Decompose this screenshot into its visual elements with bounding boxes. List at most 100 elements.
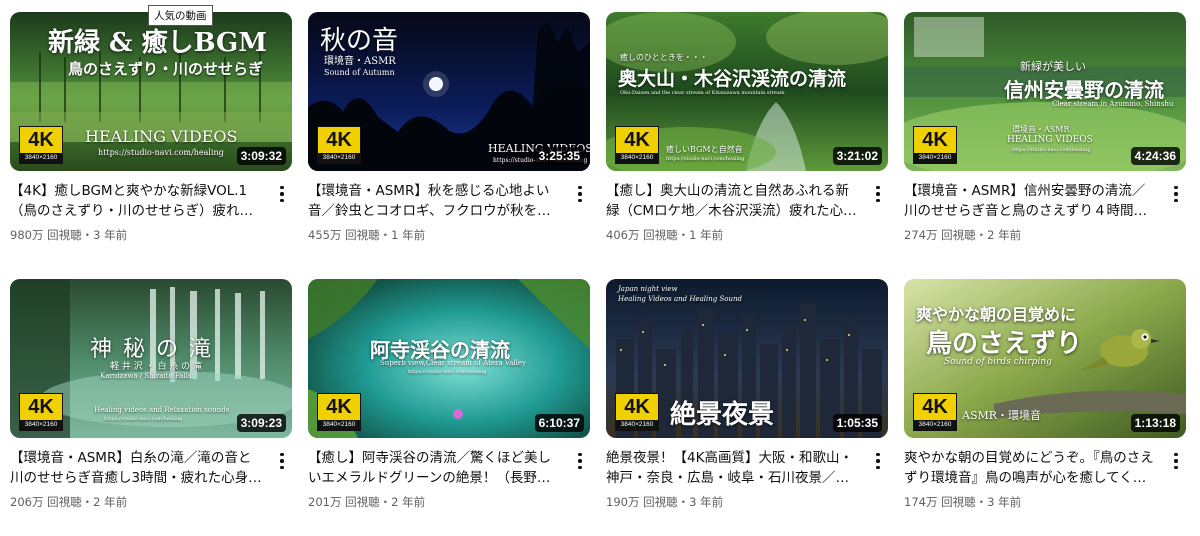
- video-card: 新緑が美しい 信州安曇野の清流 Clear stream in Azumino,…: [904, 12, 1186, 257]
- resolution-label: 3840×2160: [914, 153, 956, 163]
- duration-badge: 1:13:18: [1130, 414, 1180, 432]
- 4k-badge: 4K 3840×2160: [19, 126, 63, 164]
- video-meta: 【4K】癒しBGMと爽やかな新緑VOL.1（鳥のさえずり・川のせせらぎ）疲れた心…: [10, 171, 292, 243]
- thumbnail-subtitle: 環境音・ASMR: [324, 56, 396, 67]
- video-title[interactable]: 【癒し】奥大山の清流と自然あふれる新緑（CMロケ地／木谷沢渓流）疲れた心身の回復: [606, 181, 858, 221]
- thumbnail-title: 信州安曇野の清流: [1004, 78, 1164, 102]
- thumbnail-url: https://studio-navi.com/healing: [104, 416, 183, 422]
- thumbnail-url: https://studio-navi.com/healing: [98, 148, 224, 157]
- duration-badge: 3:25:35: [534, 147, 584, 165]
- thumbnail-english: Karuizawa / Shiraito Falls: [100, 372, 192, 380]
- thumbnail-tagline: 癒しのひとときを・・・: [620, 53, 708, 62]
- video-card: 新緑 & 癒しBGM 鳥のさえずり・川のせせらぎ HEALING VIDEOS …: [10, 12, 292, 257]
- 4k-label: 4K: [28, 396, 54, 418]
- thumbnail-tagline: 爽やかな朝の目覚めに: [916, 305, 1077, 324]
- more-options-icon[interactable]: [870, 183, 886, 205]
- thumbnail-english: Sound of birds chirping: [944, 357, 1052, 367]
- 4k-label: 4K: [922, 396, 948, 418]
- video-stats: 455万 回視聴・1 年前: [308, 228, 426, 242]
- video-title[interactable]: 爽やかな朝の目覚めにどうぞ。『鳥のさえずり環境音』鳥の鳴声が心を癒してくれます: [904, 448, 1156, 488]
- video-thumbnail[interactable]: 癒しのひとときを・・・ 奥大山・木谷沢渓流の清流 Oku-Daisen and …: [606, 12, 888, 171]
- 4k-label: 4K: [922, 129, 948, 151]
- more-options-icon[interactable]: [1168, 183, 1184, 205]
- 4k-badge: 4K 3840×2160: [913, 393, 957, 431]
- thumbnail-subtitle: Healing Videos and Healing Sound: [618, 295, 742, 303]
- duration-badge: 3:21:02: [832, 147, 882, 165]
- video-grid: 新緑 & 癒しBGM 鳥のさえずり・川のせせらぎ HEALING VIDEOS …: [10, 12, 1186, 524]
- thumbnail-english: Clear stream in Azumino, Shinshu: [1052, 100, 1174, 108]
- 4k-label: 4K: [326, 129, 352, 151]
- thumbnail-url: https://studio-navi.com/healing: [1012, 147, 1091, 153]
- video-stats: 406万 回視聴・1 年前: [606, 228, 724, 242]
- thumbnail-brand: HEALING VIDEOS: [85, 127, 238, 146]
- duration-badge: 3:09:32: [236, 147, 286, 165]
- video-card: 神 秘 の 滝 軽 井 沢 ・ 白 糸 の 滝 Karuizawa / Shir…: [10, 279, 292, 524]
- 4k-badge: 4K 3840×2160: [913, 126, 957, 164]
- video-title[interactable]: 【環境音・ASMR】信州安曇野の清流／川のせせらぎ音と鳥のさえずり４時間（癒し）: [904, 181, 1156, 221]
- video-title[interactable]: 【環境音・ASMR】白糸の滝／滝の音と川のせせらぎ音癒し3時間・疲れた心身の回復: [10, 448, 262, 488]
- 4k-badge: 4K 3840×2160: [19, 393, 63, 431]
- video-title[interactable]: 【4K】癒しBGMと爽やかな新緑VOL.1（鳥のさえずり・川のせせらぎ）疲れた心…: [10, 181, 262, 221]
- video-thumbnail[interactable]: 新緑が美しい 信州安曇野の清流 Clear stream in Azumino,…: [904, 12, 1186, 171]
- video-stats: 206万 回視聴・2 年前: [10, 495, 128, 509]
- video-thumbnail[interactable]: 新緑 & 癒しBGM 鳥のさえずり・川のせせらぎ HEALING VIDEOS …: [10, 12, 292, 171]
- video-title[interactable]: 【癒し】阿寺渓谷の清流／驚くほど美しいエメラルドグリーンの絶景！（長野県木曽郡）: [308, 448, 560, 488]
- tooltip-popular-videos: 人気の動画: [148, 5, 213, 26]
- thumbnail-url: https://studio-navi.com/healing: [408, 369, 487, 375]
- thumbnail-tagline: Japan night view: [618, 285, 678, 293]
- video-meta: 爽やかな朝の目覚めにどうぞ。『鳥のさえずり環境音』鳥の鳴声が心を癒してくれます …: [904, 438, 1186, 510]
- thumbnail-title: 奥大山・木谷沢渓流の清流: [618, 68, 847, 90]
- video-meta: 【癒し】奥大山の清流と自然あふれる新緑（CMロケ地／木谷沢渓流）疲れた心身の回復…: [606, 171, 888, 243]
- resolution-label: 3840×2160: [616, 153, 658, 163]
- resolution-label: 3840×2160: [616, 420, 658, 430]
- thumbnail-english: Oku-Daisen and the clear stream of Kitan…: [620, 90, 785, 96]
- video-meta: 【環境音・ASMR】秋を感じる心地よい音／鈴虫とコオロギ、フクロウが秋を感じさせ…: [308, 171, 590, 243]
- more-options-icon[interactable]: [1168, 450, 1184, 472]
- video-stats: 274万 回視聴・2 年前: [904, 228, 1022, 242]
- video-thumbnail[interactable]: Japan night view Healing Videos and Heal…: [606, 279, 888, 438]
- 4k-badge: 4K 3840×2160: [317, 393, 361, 431]
- duration-badge: 4:24:36: [1130, 147, 1180, 165]
- more-options-icon[interactable]: [274, 450, 290, 472]
- video-stats: 980万 回視聴・3 年前: [10, 228, 128, 242]
- more-options-icon[interactable]: [572, 183, 588, 205]
- video-meta: 【癒し】阿寺渓谷の清流／驚くほど美しいエメラルドグリーンの絶景！（長野県木曽郡）…: [308, 438, 590, 510]
- thumbnail-english: Sound of Autumn: [324, 68, 395, 77]
- video-card: 爽やかな朝の目覚めに 鳥のさえずり Sound of birds chirpin…: [904, 279, 1186, 524]
- 4k-label: 4K: [624, 129, 650, 151]
- more-options-icon[interactable]: [572, 450, 588, 472]
- more-options-icon[interactable]: [274, 183, 290, 205]
- thumbnail-title: 鳥のさえずり: [926, 329, 1083, 359]
- video-thumbnail[interactable]: 阿寺渓谷の清流 Superb view,Clear stream of Ater…: [308, 279, 590, 438]
- thumbnail-title: 新緑 & 癒しBGM: [48, 28, 268, 58]
- video-meta: 【環境音・ASMR】白糸の滝／滝の音と川のせせらぎ音癒し3時間・疲れた心身の回復…: [10, 438, 292, 510]
- video-card: 秋の音 環境音・ASMR Sound of Autumn HEALING VID…: [308, 12, 590, 257]
- duration-badge: 1:05:35: [832, 414, 882, 432]
- thumbnail-bgm: 癒しいBGMと自然音: [666, 145, 743, 154]
- video-stats: 190万 回視聴・3 年前: [606, 495, 724, 509]
- video-title[interactable]: 【環境音・ASMR】秋を感じる心地よい音／鈴虫とコオロギ、フクロウが秋を感じさせ…: [308, 181, 560, 221]
- duration-badge: 6:10:37: [534, 414, 584, 432]
- thumbnail-asmr: 環境音・ASMR: [1012, 125, 1070, 134]
- video-card: Japan night view Healing Videos and Heal…: [606, 279, 888, 524]
- resolution-label: 3840×2160: [20, 420, 62, 430]
- 4k-badge: 4K 3840×2160: [317, 126, 361, 164]
- resolution-label: 3840×2160: [318, 420, 360, 430]
- thumbnail-subtitle: 鳥のさえずり・川のせせらぎ: [68, 60, 264, 78]
- video-thumbnail[interactable]: 爽やかな朝の目覚めに 鳥のさえずり Sound of birds chirpin…: [904, 279, 1186, 438]
- 4k-badge: 4K 3840×2160: [615, 126, 659, 164]
- thumbnail-title: 絶景夜景: [670, 400, 775, 430]
- video-card: 癒しのひとときを・・・ 奥大山・木谷沢渓流の清流 Oku-Daisen and …: [606, 12, 888, 257]
- video-thumbnail[interactable]: 神 秘 の 滝 軽 井 沢 ・ 白 糸 の 滝 Karuizawa / Shir…: [10, 279, 292, 438]
- 4k-label: 4K: [28, 129, 54, 151]
- thumbnail-brand: HEALING VIDEOS: [1007, 135, 1093, 145]
- video-title[interactable]: 絶景夜景！【4K高画質】大阪・和歌山・神戸・奈良・広島・岐阜・石川夜景／美しい夜…: [606, 448, 858, 488]
- video-thumbnail[interactable]: 秋の音 環境音・ASMR Sound of Autumn HEALING VID…: [308, 12, 590, 171]
- 4k-label: 4K: [326, 396, 352, 418]
- thumbnail-url: https://studio-navi.com/healing: [666, 156, 745, 162]
- thumbnail-asmr: ASMR・環境音: [962, 409, 1042, 422]
- resolution-label: 3840×2160: [20, 153, 62, 163]
- thumbnail-tagline: 新緑が美しい: [1020, 60, 1086, 73]
- thumbnail-subtitle: 軽 井 沢 ・ 白 糸 の 滝: [110, 362, 203, 372]
- more-options-icon[interactable]: [870, 450, 886, 472]
